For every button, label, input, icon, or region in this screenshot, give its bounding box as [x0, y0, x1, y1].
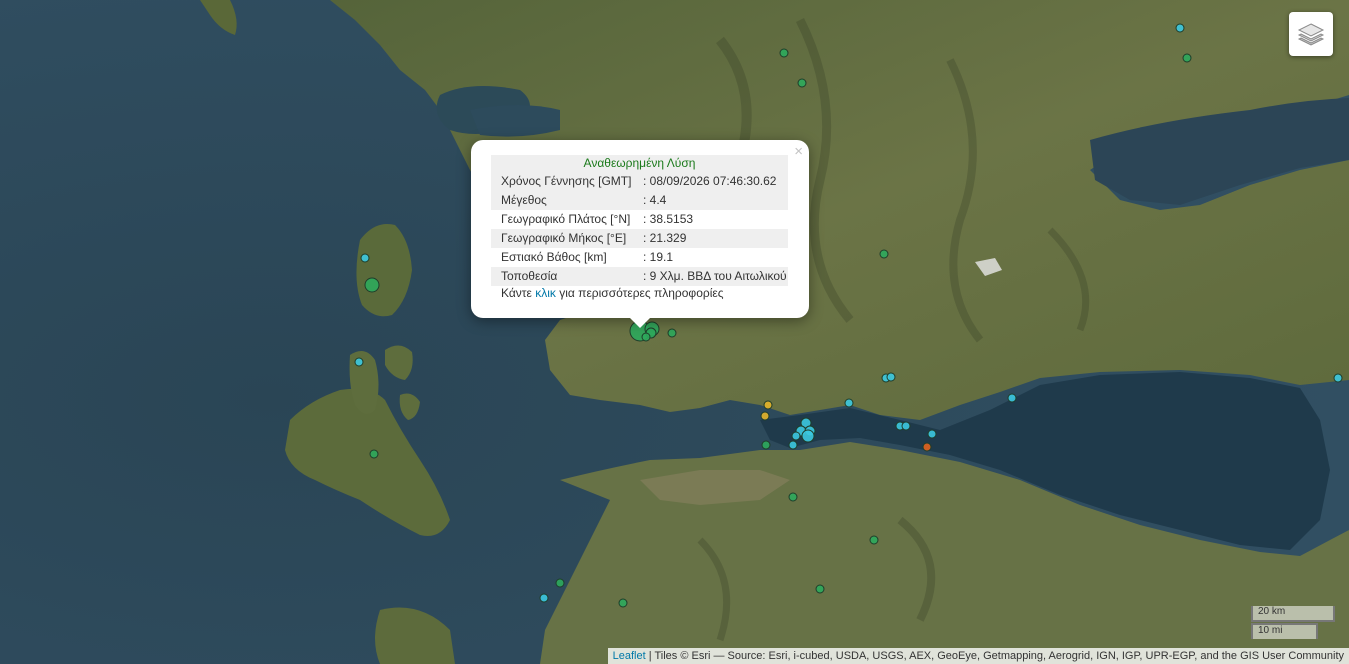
earthquake-marker[interactable]: [641, 332, 651, 342]
magnitude-value: : 4.4: [643, 193, 667, 207]
earthquake-marker[interactable]: [760, 411, 770, 421]
earthquake-marker[interactable]: [922, 442, 932, 452]
earthquake-marker[interactable]: [791, 431, 801, 441]
earthquake-marker[interactable]: [555, 578, 565, 588]
popup-close-button[interactable]: ×: [794, 144, 803, 160]
popup-info-table: Χρόνος Γέννησης [GMT] : 08/09/2026 07:46…: [491, 172, 788, 286]
more-info-text: Κάντε κλικ για περισσότερες πληροφορίες: [501, 286, 724, 300]
earthquake-marker[interactable]: [797, 78, 807, 88]
scale-bar-metric: 20 km: [1251, 606, 1335, 622]
earthquake-marker[interactable]: [879, 249, 889, 259]
earthquake-marker[interactable]: [815, 584, 825, 594]
attribution-text: | Tiles © Esri — Source: Esri, i-cubed, …: [648, 650, 1344, 662]
earthquake-marker[interactable]: [1182, 53, 1192, 63]
map-container[interactable]: × Αναθεωρημένη Λύση Χρόνος Γέννησης [GMT…: [0, 0, 1349, 664]
map-attribution: Leaflet | Tiles © Esri — Source: Esri, i…: [607, 648, 1349, 664]
more-info-suffix: για περισσότερες πληροφορίες: [555, 286, 724, 300]
magnitude-label: Μέγεθος: [501, 193, 547, 207]
earthquake-marker[interactable]: [886, 372, 896, 382]
depth-value: : 19.1: [643, 250, 674, 264]
depth-label: Εστιακό Βάθος [km]: [501, 250, 607, 264]
earthquake-marker[interactable]: [1175, 23, 1185, 33]
earthquake-marker[interactable]: [927, 429, 937, 439]
earthquake-marker[interactable]: [901, 421, 911, 431]
layers-icon: [1297, 23, 1325, 46]
row-latitude: Γεωγραφικό Πλάτος [°N] : 38.5153: [491, 210, 788, 229]
leaflet-link[interactable]: Leaflet: [613, 650, 646, 662]
earthquake-marker[interactable]: [369, 449, 379, 459]
earthquake-marker[interactable]: [667, 328, 677, 338]
earthquake-marker[interactable]: [618, 598, 628, 608]
earthquake-markers[interactable]: [0, 0, 1349, 664]
row-longitude: Γεωγραφικό Μήκος [°E] : 21.329: [491, 229, 788, 248]
earthquake-marker[interactable]: [788, 440, 798, 450]
longitude-label: Γεωγραφικό Μήκος [°E]: [501, 231, 627, 245]
row-location: Τοποθεσία : 9 Χλμ. ΒΒΔ του Αιτωλικού: [491, 267, 788, 286]
earthquake-marker[interactable]: [539, 593, 549, 603]
earthquake-marker[interactable]: [364, 277, 380, 293]
location-label: Τοποθεσία: [501, 269, 558, 283]
earthquake-marker[interactable]: [788, 492, 798, 502]
row-origin-time: Χρόνος Γέννησης [GMT] : 08/09/2026 07:46…: [491, 172, 788, 191]
popup-tip: [628, 316, 652, 328]
earthquake-marker[interactable]: [763, 400, 773, 410]
earthquake-marker[interactable]: [1333, 373, 1343, 383]
longitude-value: : 21.329: [643, 231, 687, 245]
earthquake-popup: × Αναθεωρημένη Λύση Χρόνος Γέννησης [GMT…: [471, 140, 809, 318]
earthquake-marker[interactable]: [761, 440, 771, 450]
popup-title: Αναθεωρημένη Λύση: [491, 155, 788, 172]
scale-bar-imperial: 10 mi: [1251, 623, 1318, 639]
row-magnitude: Μέγεθος : 4.4: [491, 191, 788, 210]
earthquake-marker[interactable]: [354, 357, 364, 367]
earthquake-marker[interactable]: [869, 535, 879, 545]
more-info-prefix: Κάντε: [501, 286, 536, 300]
location-value: : 9 Χλμ. ΒΒΔ του Αιτωλικού: [643, 269, 787, 283]
more-info-link[interactable]: κλικ: [535, 286, 556, 300]
earthquake-marker[interactable]: [360, 253, 370, 263]
earthquake-marker[interactable]: [801, 429, 815, 443]
earthquake-marker[interactable]: [1007, 393, 1017, 403]
latitude-value: : 38.5153: [643, 212, 694, 226]
earthquake-marker[interactable]: [779, 48, 789, 58]
origin-time-label: Χρόνος Γέννησης [GMT]: [501, 174, 632, 188]
earthquake-marker[interactable]: [844, 398, 854, 408]
layers-control-button[interactable]: [1289, 12, 1333, 56]
origin-time-value: : 08/09/2026 07:46:30.62: [643, 174, 777, 188]
row-depth: Εστιακό Βάθος [km] : 19.1: [491, 248, 788, 267]
latitude-label: Γεωγραφικό Πλάτος [°N]: [501, 212, 631, 226]
